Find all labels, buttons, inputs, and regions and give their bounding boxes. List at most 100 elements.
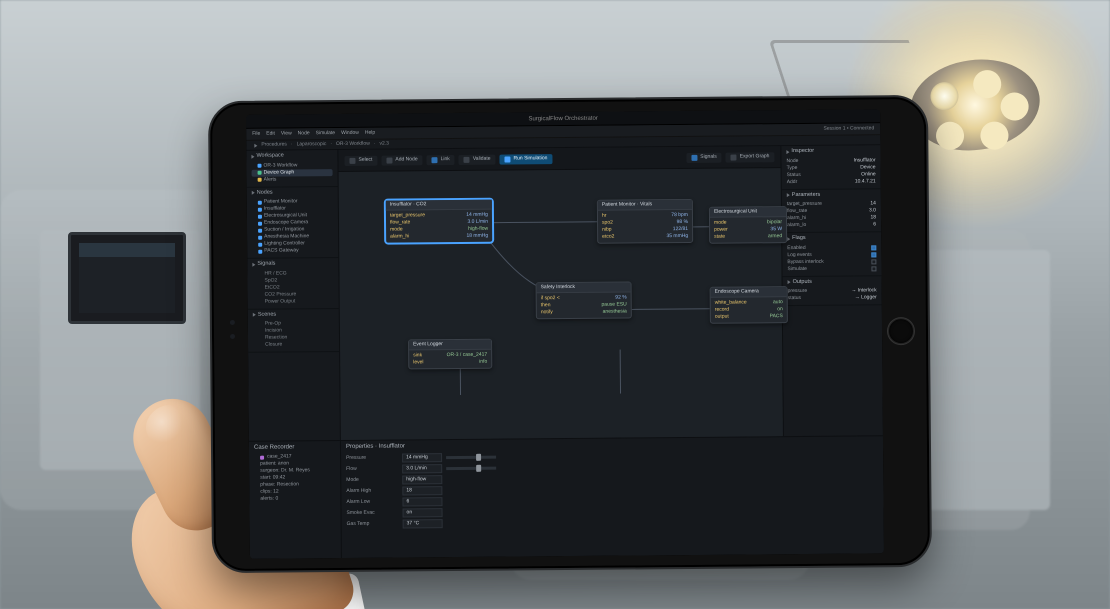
chevron-down-icon[interactable] (786, 150, 789, 154)
menu-edit[interactable]: Edit (266, 132, 275, 137)
flags-section: Flags Enabled Log events Bypass interloc… (782, 232, 881, 276)
section-title: Signals (257, 262, 275, 268)
breadcrumb-seg[interactable]: OR-3 Workflow (336, 142, 370, 147)
alert-icon (258, 178, 262, 182)
chevron-down-icon[interactable] (253, 313, 256, 317)
checkbox-simulate[interactable] (871, 266, 876, 271)
graph-node-insufflator[interactable]: Insufflator · CO2 target_pressure14 mmHg… (385, 199, 493, 244)
graph-node-monitor[interactable]: Patient Monitor · Vitals hr78 bpm spo298… (597, 199, 693, 244)
sidebar-item-device-graph[interactable]: Device Graph (252, 169, 333, 177)
signal-item[interactable]: EtCO2 (253, 284, 334, 292)
menu-file[interactable]: File (252, 132, 260, 137)
prop-field-alarm-lo[interactable]: 6 (402, 497, 442, 506)
device-icon (258, 214, 262, 218)
inspector-section: Inspector NodeInsufflator TypeDevice Sta… (781, 145, 880, 189)
outputs-section: Outputs pressure→ Interlock status→ Logg… (783, 276, 882, 306)
background-monitor-left (68, 232, 186, 324)
workflow-icon (258, 164, 262, 168)
sidebar-section-nodes: Nodes Patient Monitor Insufflator Electr… (247, 187, 339, 259)
tablet-home-button[interactable] (888, 318, 914, 344)
properties-panel: Properties · Insufflator Pressure14 mmHg… (341, 436, 884, 558)
window-title: SurgicalFlow Orchestrator (528, 115, 597, 122)
check-icon (464, 156, 470, 162)
prop-field-smoke[interactable]: on (403, 508, 443, 517)
checkbox-bypass[interactable] (871, 259, 876, 264)
tool-select[interactable]: Select (344, 155, 377, 165)
signal-item[interactable]: CO2 Pressure (253, 291, 334, 299)
toggle-signals[interactable]: Signals (686, 152, 721, 162)
chevron-down-icon[interactable] (788, 280, 791, 284)
bottom-panel: Case Recorder case_2417 patient: anon su… (249, 435, 884, 559)
device-icon (258, 242, 262, 246)
tool-add-node[interactable]: Add Node (381, 155, 422, 165)
tool-link[interactable]: Link (427, 154, 455, 164)
device-icon (258, 235, 262, 239)
flow-slider[interactable] (446, 467, 496, 470)
export-graph-button[interactable]: Export Graph (726, 152, 775, 162)
waveform-icon (691, 154, 697, 160)
sidebar-section-scenes: Scenes Pre-Op Incision Resection Closure (248, 309, 339, 353)
left-sidebar: Workspace OR-3 Workflow Device Graph Ale… (246, 150, 341, 441)
graph-node-camera[interactable]: Endoscope Camera white_balanceauto recor… (710, 286, 788, 324)
play-icon (504, 156, 510, 162)
graph-node-interlock[interactable]: Safety Interlock if spo2 <92 % thenpause… (536, 281, 632, 319)
breadcrumb-seg[interactable]: Procedures (261, 142, 287, 147)
sidebar-section-workspace: Workspace OR-3 Workflow Device Graph Ale… (246, 150, 337, 187)
plus-icon (386, 157, 392, 163)
breadcrumb-seg: v2.3 (379, 142, 388, 147)
chevron-right-icon (254, 143, 257, 147)
case-icon (260, 455, 264, 459)
device-icon (258, 249, 262, 253)
parameters-section: Parameters target_pressure14 flow_rate3.… (782, 189, 881, 233)
menu-help[interactable]: Help (365, 131, 375, 136)
device-icon (258, 221, 262, 225)
sidebar-item-workflow[interactable]: OR-3 Workflow (251, 162, 332, 170)
section-title: Workspace (256, 153, 283, 159)
prop-field-pressure[interactable]: 14 mmHg (402, 453, 442, 462)
chevron-down-icon[interactable] (252, 262, 255, 266)
node-canvas[interactable]: Insufflator · CO2 target_pressure14 mmHg… (339, 168, 783, 440)
prop-field-gastemp[interactable]: 37 °C (403, 519, 443, 528)
graph-node-esu[interactable]: Electrosurgical Unit modebipolar power35… (709, 206, 787, 244)
menu-window[interactable]: Window (341, 131, 359, 136)
graph-node-logger[interactable]: Event Logger sinkOR-3 / case_2417 leveli… (408, 339, 492, 370)
chevron-down-icon[interactable] (787, 193, 790, 197)
app-screen: SurgicalFlow Orchestrator File Edit View… (246, 109, 884, 559)
checkbox-log[interactable] (871, 252, 876, 257)
node-palette-item[interactable]: PACS Gateway (252, 247, 333, 255)
case-info: alerts: 0 (254, 495, 335, 503)
menu-node[interactable]: Node (298, 131, 310, 136)
section-title: Scenes (258, 312, 276, 318)
prop-field-mode[interactable]: high-flow (402, 475, 442, 484)
checkbox-enabled[interactable] (871, 245, 876, 250)
graph-icon (258, 171, 262, 175)
prop-field-flow[interactable]: 3.0 L/min (402, 464, 442, 473)
prop-field-alarm-hi[interactable]: 18 (402, 486, 442, 495)
signal-item[interactable]: SpO2 (252, 277, 333, 285)
node-title: Endoscope Camera (711, 287, 787, 298)
pressure-slider[interactable] (446, 456, 496, 459)
chevron-down-icon[interactable] (252, 191, 255, 195)
menu-simulate[interactable]: Simulate (316, 131, 335, 136)
signal-item[interactable]: HR / ECG (252, 270, 333, 278)
device-icon (258, 200, 262, 204)
chevron-down-icon[interactable] (251, 154, 254, 158)
run-simulation-button[interactable]: Run Simulation (499, 154, 552, 164)
node-title: Electrosurgical Unit (710, 207, 786, 218)
device-icon (258, 228, 262, 232)
scene-item[interactable]: Closure (253, 341, 334, 349)
connection-status: Session 1 • Connected (824, 126, 875, 131)
tool-validate[interactable]: Validate (459, 154, 496, 164)
section-title: Nodes (257, 190, 273, 196)
case-recorder-title: Case Recorder (254, 444, 335, 451)
right-inspector-panel: Inspector NodeInsufflator TypeDevice Sta… (780, 145, 883, 436)
breadcrumb-seg[interactable]: Laparoscopic (297, 142, 327, 147)
menu-view[interactable]: View (281, 131, 292, 136)
tablet-device: SurgicalFlow Orchestrator File Edit View… (208, 95, 932, 573)
signal-item[interactable]: Power Output (253, 298, 334, 306)
sidebar-item-alerts[interactable]: Alerts (252, 176, 333, 184)
sidebar-section-signals: Signals HR / ECG SpO2 EtCO2 CO2 Pressure… (247, 258, 338, 309)
export-icon (731, 154, 737, 160)
chevron-down-icon[interactable] (787, 237, 790, 241)
tablet-camera (230, 334, 235, 339)
